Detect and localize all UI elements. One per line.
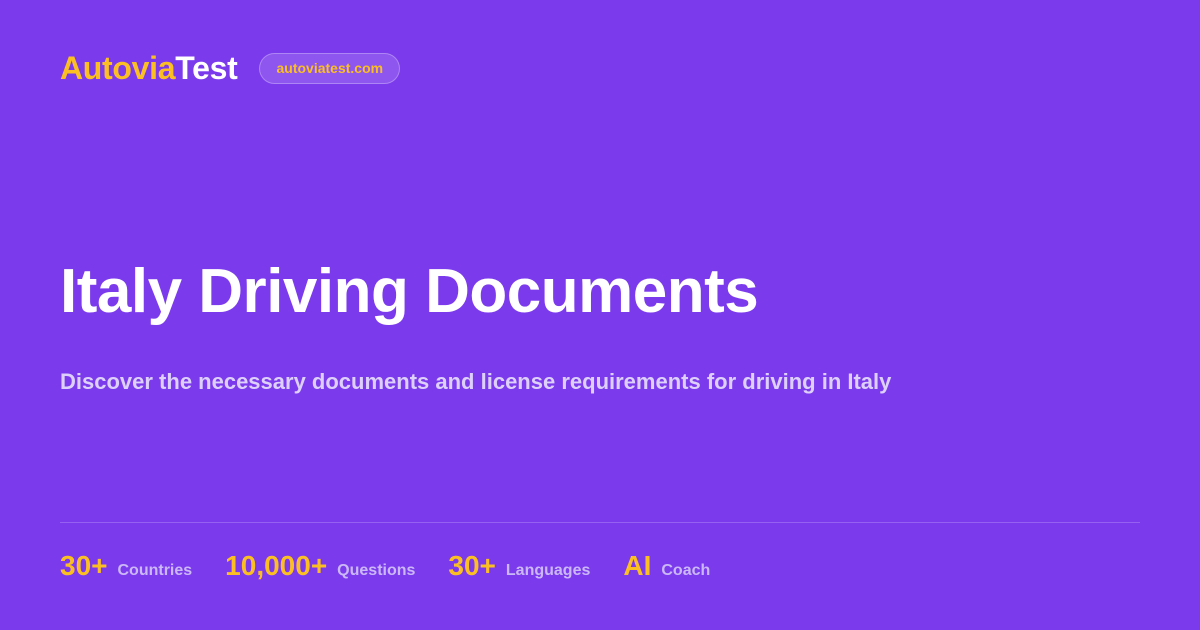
stat-value: 30+	[448, 550, 496, 581]
divider	[60, 522, 1140, 523]
stat-ai-coach: AI Coach	[623, 548, 710, 584]
header: AutoviaTest autoviatest.com	[60, 49, 401, 87]
stat-label: Countries	[117, 562, 193, 579]
stat-value: AI	[623, 550, 652, 581]
site-url-badge[interactable]: autoviatest.com	[259, 52, 401, 84]
stat-questions: 10,000+ Questions	[225, 548, 415, 584]
page-title: Italy Driving Documents	[60, 257, 759, 326]
brand-name-rest: Test	[175, 50, 238, 86]
brand-logo[interactable]: AutoviaTest	[60, 49, 238, 87]
stat-countries: 30+ Countries	[60, 548, 192, 584]
stat-languages: 30+ Languages	[448, 548, 590, 584]
page-subtitle: Discover the necessary documents and lic…	[60, 369, 892, 394]
brand-name-accent: Autovia	[60, 50, 176, 86]
stat-label: Languages	[505, 562, 591, 579]
stats-row: 30+ Countries 10,000+ Questions 30+ Lang…	[60, 548, 743, 584]
stat-value: 10,000+	[225, 550, 328, 581]
stat-label: Coach	[661, 562, 711, 579]
stat-value: 30+	[60, 550, 108, 581]
stat-label: Questions	[337, 562, 416, 579]
